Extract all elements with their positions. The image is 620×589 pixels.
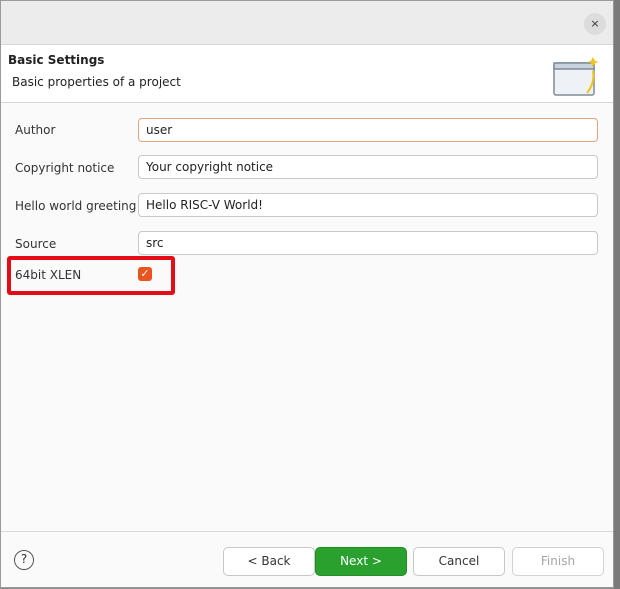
source-input[interactable] [138,231,598,255]
wizard-header: Basic Settings Basic properties of a pro… [1,45,613,103]
finish-button[interactable]: Finish [512,547,604,576]
background-edge [614,0,620,589]
wizard-footer: ? < Back Next > Cancel Finish [1,531,613,587]
page-description: Basic properties of a project [12,75,181,89]
next-button[interactable]: Next > [315,547,407,576]
help-icon[interactable]: ? [14,550,34,570]
copyright-input[interactable] [138,155,598,179]
author-label: Author [15,123,56,137]
author-input[interactable] [138,118,598,142]
cancel-button[interactable]: Cancel [413,547,505,576]
greeting-input[interactable] [138,193,598,217]
greeting-label: Hello world greeting [15,199,137,213]
title-bar: × [1,1,613,45]
close-icon: × [590,17,600,30]
page-title: Basic Settings [8,53,105,67]
copyright-label: Copyright notice [15,161,115,175]
back-button[interactable]: < Back [223,547,315,576]
new-project-wizard-dialog: × Basic Settings Basic properties of a p… [0,0,614,588]
source-label: Source [15,237,57,251]
wizard-banner-icon [553,57,599,96]
close-button[interactable]: × [584,13,606,35]
highlight-annotation [7,256,175,295]
